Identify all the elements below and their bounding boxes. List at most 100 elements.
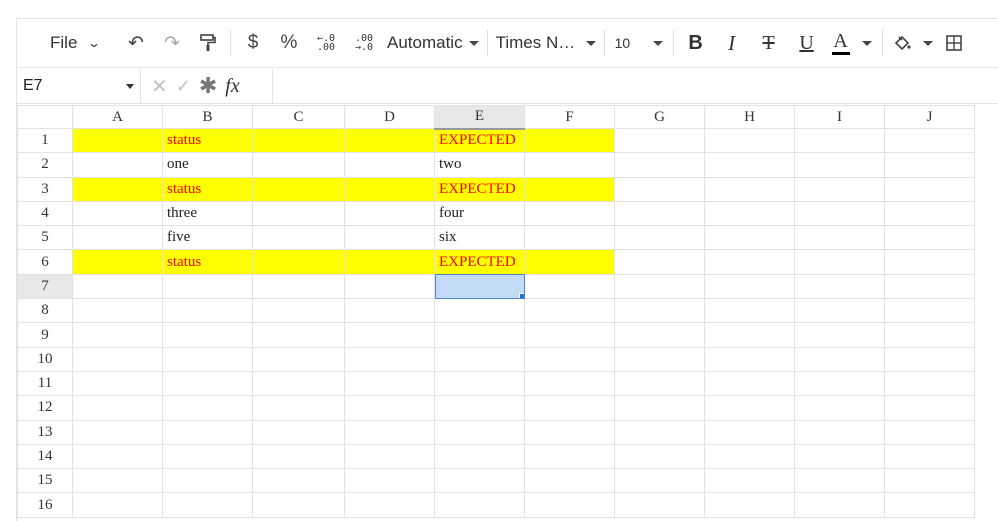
- fx-icon[interactable]: fx: [225, 75, 239, 98]
- cell-a9[interactable]: [72, 322, 163, 348]
- cell-f7[interactable]: [524, 273, 615, 300]
- cell-i6[interactable]: [794, 249, 885, 275]
- cell-g6[interactable]: [614, 249, 705, 275]
- cell-f13[interactable]: [524, 419, 615, 445]
- cell-i1[interactable]: [794, 127, 885, 154]
- cell-a2[interactable]: [72, 152, 163, 178]
- cell-j13[interactable]: [884, 419, 975, 445]
- cell-h16[interactable]: [704, 492, 795, 518]
- cell-f6[interactable]: [524, 249, 615, 275]
- cell-a11[interactable]: [72, 370, 163, 397]
- redo-icon[interactable]: ↷: [154, 27, 190, 59]
- cell-c14[interactable]: [252, 443, 345, 470]
- underline-button[interactable]: U: [788, 27, 826, 59]
- cell-j10[interactable]: [884, 346, 975, 372]
- formula-input[interactable]: [273, 69, 998, 104]
- cell-a12[interactable]: [72, 395, 163, 421]
- cell-c9[interactable]: [252, 322, 345, 348]
- cell-b14[interactable]: [162, 443, 253, 470]
- cell-d5[interactable]: [344, 225, 435, 251]
- row-header-12[interactable]: 12: [17, 395, 73, 421]
- column-header-f[interactable]: F: [524, 105, 615, 129]
- cell-e10[interactable]: [434, 346, 525, 372]
- row-header-11[interactable]: 11: [17, 370, 73, 397]
- cell-h11[interactable]: [704, 370, 795, 397]
- cell-h6[interactable]: [704, 249, 795, 275]
- cell-g13[interactable]: [614, 419, 705, 445]
- cell-d15[interactable]: [344, 468, 435, 494]
- cell-j12[interactable]: [884, 395, 975, 421]
- row-header-13[interactable]: 13: [17, 419, 73, 445]
- cell-e11[interactable]: [434, 370, 525, 397]
- column-header-e[interactable]: E: [434, 105, 525, 130]
- cell-i4[interactable]: [794, 200, 885, 227]
- fill-color-icon[interactable]: [887, 27, 917, 59]
- row-header-16[interactable]: 16: [17, 492, 73, 518]
- column-header-i[interactable]: I: [794, 105, 885, 129]
- cell-a1[interactable]: [72, 127, 163, 154]
- cell-a13[interactable]: [72, 419, 163, 445]
- cell-h2[interactable]: [704, 152, 795, 178]
- cell-h14[interactable]: [704, 443, 795, 470]
- cell-c10[interactable]: [252, 346, 345, 372]
- cell-h15[interactable]: [704, 468, 795, 494]
- borders-icon[interactable]: [939, 27, 969, 59]
- cell-f5[interactable]: [524, 225, 615, 251]
- cell-g16[interactable]: [614, 492, 705, 518]
- italic-button[interactable]: I: [714, 27, 750, 59]
- cell-b7[interactable]: [162, 273, 253, 300]
- cell-i12[interactable]: [794, 395, 885, 421]
- cell-f9[interactable]: [524, 322, 615, 348]
- row-header-15[interactable]: 15: [17, 468, 73, 494]
- cell-j15[interactable]: [884, 468, 975, 494]
- cell-f12[interactable]: [524, 395, 615, 421]
- cell-c1[interactable]: [252, 127, 345, 154]
- cell-d9[interactable]: [344, 322, 435, 348]
- cell-b2[interactable]: one: [162, 152, 253, 178]
- cell-c3[interactable]: [252, 176, 345, 202]
- cell-a7[interactable]: [72, 273, 163, 300]
- strikethrough-button[interactable]: T: [750, 27, 788, 59]
- font-color-button[interactable]: A: [826, 27, 856, 59]
- cell-a6[interactable]: [72, 249, 163, 275]
- cell-i14[interactable]: [794, 443, 885, 470]
- cell-c16[interactable]: [252, 492, 345, 518]
- cell-j2[interactable]: [884, 152, 975, 178]
- cell-g1[interactable]: [614, 127, 705, 154]
- number-format-dropdown[interactable]: Automatic: [383, 27, 483, 59]
- cell-c11[interactable]: [252, 370, 345, 397]
- cell-d4[interactable]: [344, 200, 435, 227]
- cell-c12[interactable]: [252, 395, 345, 421]
- undo-icon[interactable]: ↶: [118, 27, 154, 59]
- cell-f16[interactable]: [524, 492, 615, 518]
- cell-g5[interactable]: [614, 225, 705, 251]
- column-header-a[interactable]: A: [72, 105, 163, 129]
- percent-format-button[interactable]: %: [271, 27, 307, 59]
- cell-b15[interactable]: [162, 468, 253, 494]
- cell-b11[interactable]: [162, 370, 253, 397]
- cell-i13[interactable]: [794, 419, 885, 445]
- cell-d13[interactable]: [344, 419, 435, 445]
- cell-c13[interactable]: [252, 419, 345, 445]
- cell-h13[interactable]: [704, 419, 795, 445]
- row-header-3[interactable]: 3: [17, 176, 73, 202]
- cell-j8[interactable]: [884, 298, 975, 324]
- font-family-dropdown[interactable]: Times N…: [492, 27, 600, 59]
- row-header-10[interactable]: 10: [17, 346, 73, 372]
- cell-e15[interactable]: [434, 468, 525, 494]
- cell-b10[interactable]: [162, 346, 253, 372]
- cell-f3[interactable]: [524, 176, 615, 202]
- cell-d16[interactable]: [344, 492, 435, 518]
- cell-d2[interactable]: [344, 152, 435, 178]
- cell-i9[interactable]: [794, 322, 885, 348]
- cell-i16[interactable]: [794, 492, 885, 518]
- cell-b16[interactable]: [162, 492, 253, 518]
- cell-a5[interactable]: [72, 225, 163, 251]
- cell-b9[interactable]: [162, 322, 253, 348]
- cell-e1[interactable]: EXPECTED: [434, 127, 525, 154]
- cell-i8[interactable]: [794, 298, 885, 324]
- cell-f14[interactable]: [524, 443, 615, 470]
- cell-g10[interactable]: [614, 346, 705, 372]
- row-header-6[interactable]: 6: [17, 249, 73, 275]
- cell-b13[interactable]: [162, 419, 253, 445]
